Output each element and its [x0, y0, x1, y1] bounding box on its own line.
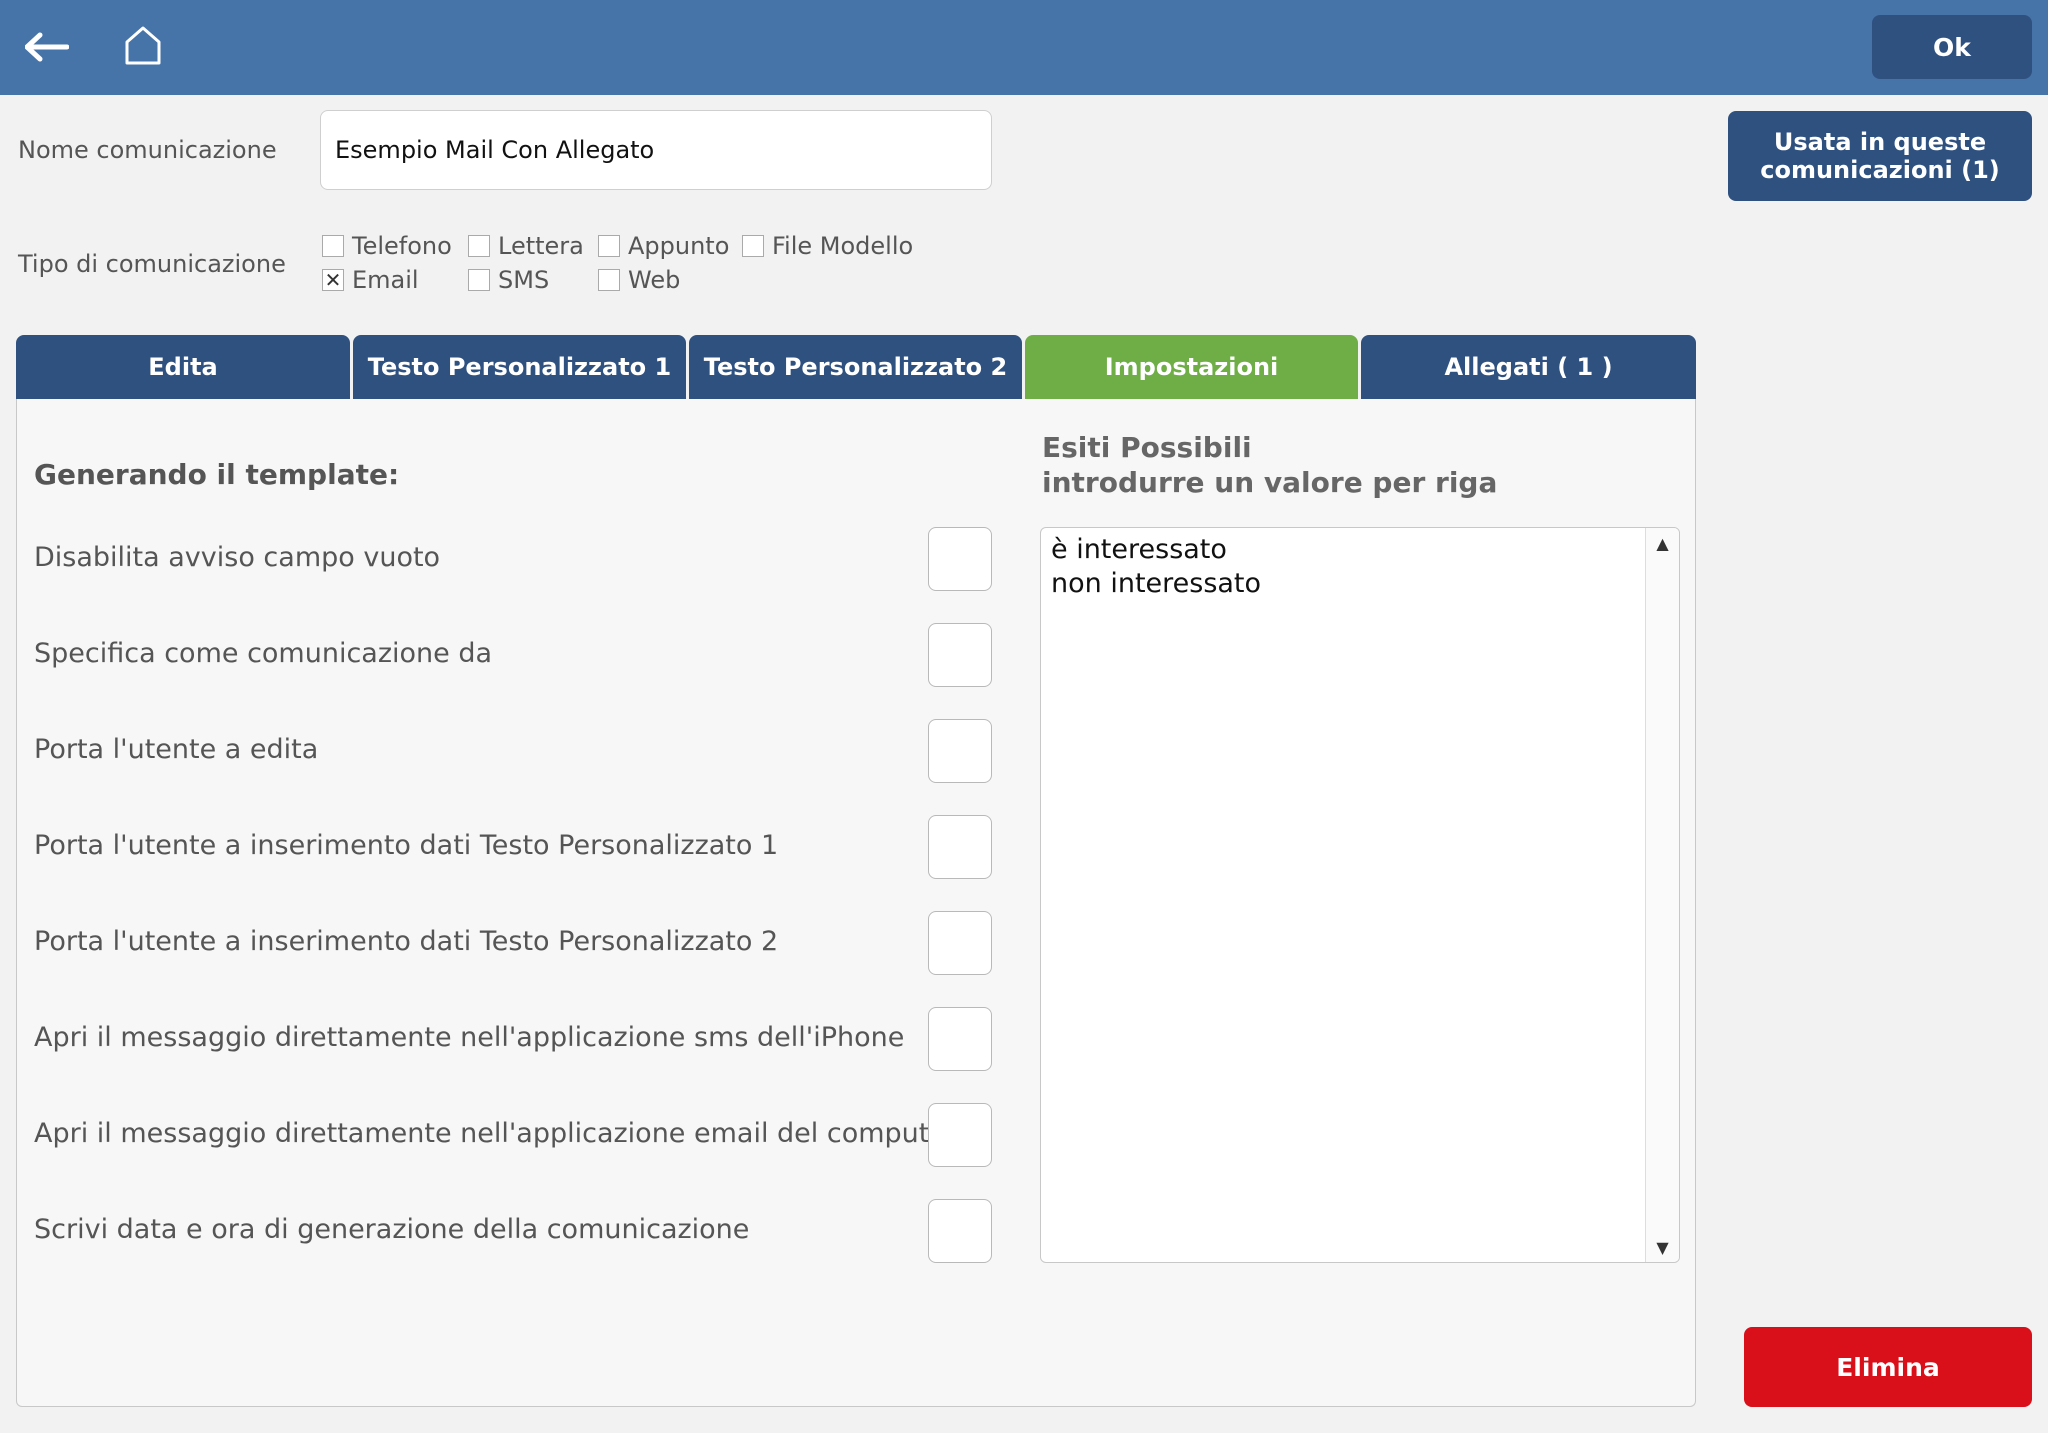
checkbox-label: Web [628, 266, 681, 294]
option-label: Scrivi data e ora di generazione della c… [34, 1214, 750, 1245]
ok-button[interactable]: Ok [1872, 15, 2032, 79]
name-input[interactable] [320, 110, 992, 190]
home-icon [125, 26, 161, 65]
used-in-communications-button[interactable]: Usata in queste comunicazioni (1) [1728, 111, 2032, 201]
checkbox-box[interactable] [468, 269, 490, 291]
home-button[interactable] [118, 20, 168, 70]
esiti-value: non interessato [1051, 568, 1262, 599]
option-checkbox-open-sms-iphone[interactable] [928, 1007, 992, 1071]
checkbox-lettera[interactable]: Lettera [468, 232, 584, 260]
delete-button[interactable]: Elimina [1744, 1327, 2032, 1407]
checkbox-label: SMS [498, 266, 550, 294]
checkbox-appunto[interactable]: Appunto [598, 232, 729, 260]
esiti-title-line2: introdurre un valore per riga [1042, 466, 1498, 499]
back-button[interactable] [22, 22, 72, 72]
option-label: Porta l'utente a inserimento dati Testo … [34, 830, 779, 861]
checkbox-telefono[interactable]: Telefono [322, 232, 452, 260]
checkbox-label: File Modello [772, 232, 914, 260]
checkbox-label: Email [352, 266, 419, 294]
checkbox-label: Telefono [352, 232, 452, 260]
option-checkbox-go-to-edit[interactable] [928, 719, 992, 783]
checkbox-box[interactable] [322, 235, 344, 257]
scroll-down-icon[interactable]: ▼ [1646, 1232, 1679, 1262]
esiti-title-line1: Esiti Possibili [1042, 431, 1252, 464]
esiti-textarea[interactable]: è interessato non interessato ▲ ▼ [1040, 527, 1680, 1263]
tab-testo-personalizzato-1[interactable]: Testo Personalizzato 1 [353, 335, 686, 399]
scroll-up-icon[interactable]: ▲ [1646, 528, 1679, 558]
tab-allegati[interactable]: Allegati ( 1 ) [1361, 335, 1696, 399]
checkbox-sms[interactable]: SMS [468, 266, 549, 294]
tab-edita[interactable]: Edita [16, 335, 350, 399]
top-bar: Ok [0, 0, 2048, 95]
checkbox-box[interactable] [598, 235, 620, 257]
checkbox-email[interactable]: ✕ Email [322, 266, 419, 294]
option-label: Apri il messaggio direttamente nell'appl… [34, 1022, 905, 1053]
used-button-line1: Usata in queste [1773, 128, 1987, 156]
checkbox-label: Lettera [498, 232, 584, 260]
checkbox-box[interactable] [468, 235, 490, 257]
tab-bar: Edita Testo Personalizzato 1 Testo Perso… [16, 335, 1696, 399]
option-checkbox-go-to-custom-text-1[interactable] [928, 815, 992, 879]
option-label: Porta l'utente a edita [34, 734, 319, 765]
option-checkbox-go-to-custom-text-2[interactable] [928, 911, 992, 975]
used-button-line2: comunicazioni (1) [1760, 156, 2000, 184]
option-checkbox-disable-empty-warning[interactable] [928, 527, 992, 591]
tab-impostazioni[interactable]: Impostazioni [1025, 335, 1358, 399]
type-label: Tipo di comunicazione [18, 250, 286, 278]
esiti-value: è interessato [1051, 534, 1227, 565]
checkbox-file-modello[interactable]: File Modello [742, 232, 913, 260]
checkbox-web[interactable]: Web [598, 266, 680, 294]
name-label: Nome comunicazione [18, 136, 277, 164]
option-label: Specifica come comunicazione da [34, 638, 493, 669]
option-checkbox-write-date-time[interactable] [928, 1199, 992, 1263]
option-label: Apri il messaggio direttamente nell'appl… [34, 1118, 958, 1149]
option-label: Porta l'utente a inserimento dati Testo … [34, 926, 779, 957]
scrollbar[interactable]: ▲ ▼ [1645, 528, 1679, 1262]
settings-title: Generando il template: [34, 458, 400, 491]
option-checkbox-open-email-computer[interactable] [928, 1103, 992, 1167]
option-label: Disabilita avviso campo vuoto [34, 542, 441, 573]
option-checkbox-specify-as[interactable] [928, 623, 992, 687]
checkbox-box-checked[interactable]: ✕ [322, 269, 344, 291]
checkbox-label: Appunto [628, 232, 730, 260]
esiti-title: Esiti Possibili introdurre un valore per… [1042, 430, 1497, 500]
checkbox-box[interactable] [742, 235, 764, 257]
checkbox-box[interactable] [598, 269, 620, 291]
arrow-left-icon [25, 32, 69, 62]
tab-testo-personalizzato-2[interactable]: Testo Personalizzato 2 [689, 335, 1022, 399]
